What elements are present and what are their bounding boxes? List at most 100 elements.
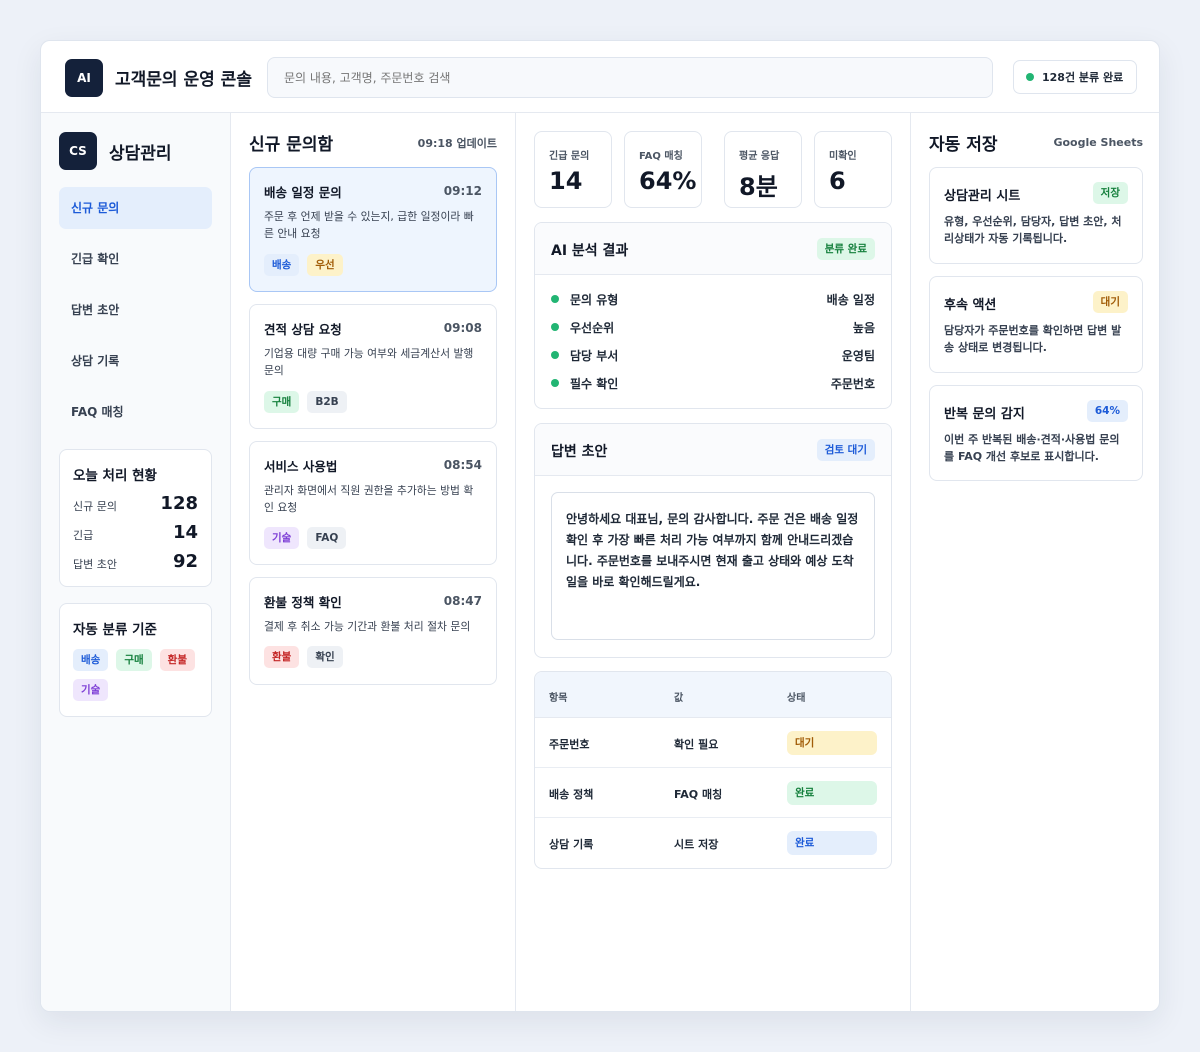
draft-textarea[interactable]: 안녕하세요 대표님, 문의 감사합니다. 주문 건은 배송 일정 확인 후 가장… <box>551 492 875 640</box>
analysis-row: 우선순위 높음 <box>551 317 875 337</box>
column-header: 값 <box>674 693 684 704</box>
sidebar-item-faq[interactable]: FAQ 매칭 <box>59 391 212 433</box>
table-cell: 주문번호 <box>549 738 590 751</box>
table-row[interactable]: 배송 정책 FAQ 매칭 완료 <box>535 768 891 818</box>
inquiry-card[interactable]: 서비스 사용법 08:54 관리자 화면에서 직원 권한을 추가하는 방법 확인… <box>249 441 497 565</box>
stat-value: 128 <box>160 493 198 514</box>
stat-row: 신규 문의 128 <box>73 493 198 515</box>
status-badge: 대기 <box>1092 291 1128 313</box>
inquiry-tags: 환불 확인 <box>264 646 343 668</box>
search-input[interactable] <box>267 57 993 98</box>
analysis-key: 우선순위 <box>570 321 615 335</box>
analysis-row: 필수 확인 주문번호 <box>551 373 875 393</box>
inquiry-body: 기업용 대량 구매 가능 여부와 세금계산서 발행 문의 <box>264 347 474 377</box>
sidebar-item-urgent[interactable]: 긴급 확인 <box>59 238 212 280</box>
analysis-key: 필수 확인 <box>570 377 619 391</box>
analysis-key: 담당 부서 <box>570 349 619 363</box>
inquiry-card[interactable]: 견적 상담 요청 09:08 기업용 대량 구매 가능 여부와 세금계산서 발행… <box>249 304 497 429</box>
classification-status: 128건 분류 완료 <box>1013 60 1137 94</box>
autosave-title: 자동 저장 <box>929 135 998 155</box>
inbox-updated: 09:18 업데이트 <box>417 137 497 150</box>
autosave-card[interactable]: 상담관리 시트 저장 유형, 우선순위, 담당자, 답변 초안, 처리상태가 자… <box>929 167 1143 264</box>
bullet-dot-icon <box>551 351 559 359</box>
analysis-value: 높음 <box>852 321 875 335</box>
tag-delivery[interactable]: 배송 <box>73 649 109 671</box>
column-header: 항목 <box>549 693 568 704</box>
card-title: 반복 문의 감지 <box>944 407 1025 422</box>
inquiry-card[interactable]: 배송 일정 문의 09:12 주문 후 언제 받을 수 있는지, 급한 일정이라… <box>249 167 497 292</box>
analysis-value: 배송 일정 <box>826 293 875 307</box>
criteria-box: 자동 분류 기준 배송 구매 환불 기술 <box>59 603 212 717</box>
inquiry-title: 배송 일정 문의 <box>264 185 342 200</box>
kpi-label: 긴급 문의 <box>549 151 590 162</box>
bullet-dot-icon <box>551 295 559 303</box>
inquiry-title: 환불 정책 확인 <box>264 595 342 610</box>
criteria-title: 자동 분류 기준 <box>73 622 157 638</box>
status-badge: 완료 <box>787 781 877 805</box>
kpi-value: 8분 <box>739 173 778 201</box>
inquiry-body: 주문 후 언제 받을 수 있는지, 급한 일정이라 빠른 안내 요청 <box>264 210 474 240</box>
sidebar-item-new[interactable]: 신규 문의 <box>59 187 212 229</box>
tag-purchase[interactable]: 구매 <box>116 649 152 671</box>
kpi-value: 14 <box>549 167 583 195</box>
tag-refund[interactable]: 환불 <box>159 649 195 671</box>
kpi-label: 미확인 <box>829 151 857 162</box>
inquiry-time: 09:08 <box>443 321 482 335</box>
app-window: AI 고객문의 운영 콘솔 128건 분류 완료 CS 상담관리 신규 문의 긴… <box>40 40 1160 1012</box>
panel-title: 답변 초안 <box>551 444 608 460</box>
status-badge: 분류 완료 <box>816 238 875 260</box>
analysis-value: 운영팀 <box>841 349 875 363</box>
kpi-value: 6 <box>829 167 846 195</box>
inquiry-body: 관리자 화면에서 직원 권한을 추가하는 방법 확인 요청 <box>264 484 474 514</box>
inbox-column: 신규 문의함 09:18 업데이트 배송 일정 문의 09:12 주문 후 언제… <box>231 113 516 1011</box>
status-badge: 대기 <box>787 731 877 755</box>
top-header: AI 고객문의 운영 콘솔 128건 분류 완료 <box>41 41 1159 113</box>
cs-logo: CS <box>59 132 97 170</box>
inquiry-title: 서비스 사용법 <box>264 459 338 474</box>
autosave-column: 자동 저장 Google Sheets 상담관리 시트 저장 유형, 우선순위,… <box>911 113 1159 1011</box>
table-row[interactable]: 주문번호 확인 필요 대기 <box>535 718 891 768</box>
kpi-label: FAQ 매칭 <box>639 151 683 162</box>
autosave-card[interactable]: 반복 문의 감지 64% 이번 주 반복된 배송·견적·사용법 문의를 FAQ … <box>929 385 1143 481</box>
tag: 환불 <box>264 646 300 668</box>
sidebar-item-drafts[interactable]: 답변 초안 <box>59 289 212 331</box>
card-body: 유형, 우선순위, 담당자, 답변 초안, 처리상태가 자동 기록됩니다. <box>944 215 1122 245</box>
card-title: 상담관리 시트 <box>944 189 1021 204</box>
bullet-dot-icon <box>551 323 559 331</box>
inquiry-title: 견적 상담 요청 <box>264 322 342 337</box>
inquiry-tags: 배송 우선 <box>264 254 343 276</box>
kpi-response: 평균 응답 8분 <box>724 131 802 208</box>
inquiry-tags: 구매 B2B <box>264 391 347 413</box>
tag-tech[interactable]: 기술 <box>73 679 109 701</box>
tag: 배송 <box>264 254 300 276</box>
panel-title: AI 분석 결과 <box>551 243 629 259</box>
stat-label: 긴급 <box>73 529 94 542</box>
criteria-tags: 배송 구매 환불 기술 <box>73 649 203 701</box>
status-badge: 저장 <box>1092 182 1128 204</box>
inquiry-time: 08:47 <box>443 594 482 608</box>
autosave-card[interactable]: 후속 액션 대기 담당자가 주문번호를 확인하면 답변 발송 상태로 변경됩니다… <box>929 276 1143 373</box>
analysis-row: 문의 유형 배송 일정 <box>551 289 875 309</box>
card-body: 이번 주 반복된 배송·견적·사용법 문의를 FAQ 개선 후보로 표시합니다. <box>944 433 1120 463</box>
inquiry-tags: 기술 FAQ <box>264 527 347 549</box>
column-header: 상태 <box>787 693 806 704</box>
stat-row: 긴급 14 <box>73 522 198 544</box>
sidebar-nav: 신규 문의 긴급 확인 답변 초안 상담 기록 FAQ 매칭 <box>59 187 212 442</box>
inquiry-body: 결제 후 취소 가능 기간과 환불 처리 절차 문의 <box>264 620 471 633</box>
sidebar-title: 상담관리 <box>109 144 172 164</box>
sidebar-item-history[interactable]: 상담 기록 <box>59 340 212 382</box>
inquiry-time: 09:12 <box>443 184 482 198</box>
tag: FAQ <box>307 527 347 549</box>
bullet-dot-icon <box>551 379 559 387</box>
stat-row: 답변 초안 92 <box>73 551 198 573</box>
table-header: 항목 값 상태 <box>535 672 891 718</box>
analysis-key: 문의 유형 <box>570 293 619 307</box>
draft-panel: 답변 초안 검토 대기 안녕하세요 대표님, 문의 감사합니다. 주문 건은 배… <box>534 423 892 658</box>
analysis-value: 주문번호 <box>830 377 875 391</box>
table-row[interactable]: 상담 기록 시트 저장 완료 <box>535 818 891 868</box>
stat-label: 신규 문의 <box>73 500 117 513</box>
autosave-target[interactable]: Google Sheets <box>1053 136 1143 149</box>
stat-value: 92 <box>172 551 198 572</box>
inquiry-card[interactable]: 환불 정책 확인 08:47 결제 후 취소 가능 기간과 환불 처리 절차 문… <box>249 577 497 685</box>
stat-value: 14 <box>172 522 198 543</box>
